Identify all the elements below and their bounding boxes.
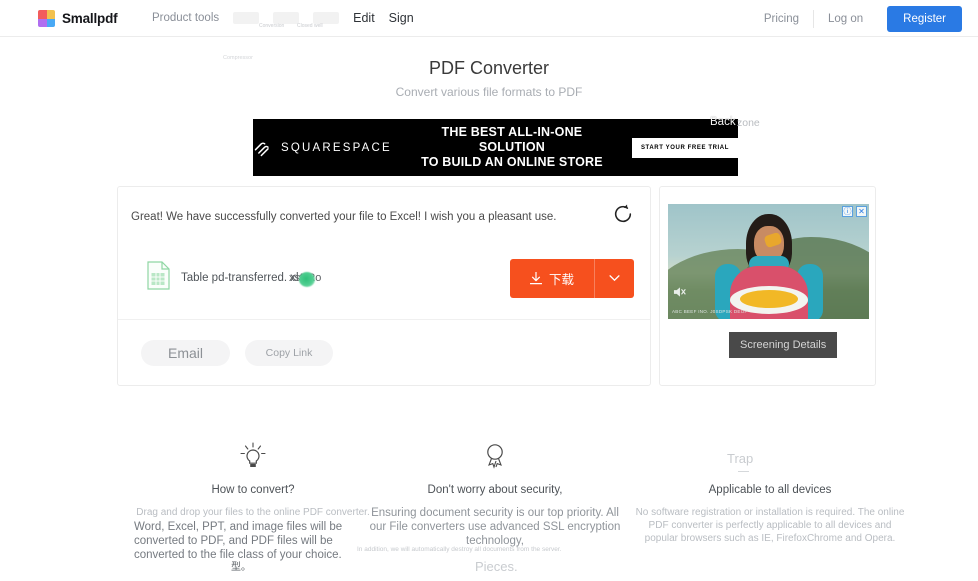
converted-file-name: Table pd-transferred. xls [181, 272, 305, 284]
green-blur-artifact [299, 272, 315, 287]
nav-sign[interactable]: Sign [389, 11, 414, 25]
secondary-nav: Pricing Log on Register [750, 6, 962, 32]
feature-cjk-artifact: 型。 [231, 562, 251, 573]
feature-title: How to convert? [211, 484, 295, 496]
feature-overlay-text-1: Word, Excel, PPT, and image files will b… [134, 521, 343, 561]
feature-faint-text: In addition, we will automatically destr… [357, 546, 562, 553]
ad-close-icon[interactable]: ✕ [856, 206, 867, 217]
copy-link-button[interactable]: Copy Link [245, 339, 333, 366]
brand-logo[interactable]: Smallpdf [38, 10, 118, 27]
page-subtitle: Convert various file formats to PDF [395, 85, 583, 99]
feature-body: Drag and drop your files to the online P… [136, 507, 370, 518]
restart-icon[interactable] [612, 203, 634, 230]
sidebar-ad-card: ABC BEEF INO. J0SDPSK DEOP ⓘ ✕ Details S… [659, 186, 876, 386]
ad-video[interactable]: ABC BEEF INO. J0SDPSK DEOP ⓘ ✕ [668, 204, 869, 319]
feature-all-devices: Applicable to all devices No software re… [635, 440, 905, 545]
overlay-text-zone: zone [737, 117, 760, 129]
banner-headline-line2: TO BUILD AN ONLINE STORE [421, 155, 603, 169]
ad-noodles [739, 290, 798, 308]
download-options-toggle[interactable] [595, 259, 634, 298]
conversion-result-card: Great! We have successfully converted yo… [117, 186, 651, 386]
converted-file-row: Table pd-transferred. xls xsPRo 下载 [131, 259, 640, 315]
squarespace-brand: SQUARESPACE [253, 138, 392, 158]
chevron-down-icon [609, 275, 620, 282]
download-label: 下载 [548, 273, 574, 287]
feature-body: No software registration or installation… [635, 507, 905, 544]
overlay-text-back: Back [710, 116, 736, 128]
screening-details-button[interactable]: Screening Details [729, 332, 838, 358]
feature-body: Ensuring document security is our top pr… [369, 507, 621, 547]
success-message: Great! We have successfully converted yo… [131, 211, 557, 223]
email-button[interactable]: Email [141, 339, 230, 366]
feature-how-to-convert: How to convert? Drag and drop your files… [118, 440, 388, 519]
nav-pricing[interactable]: Pricing [750, 13, 813, 25]
feature-ghost-divider [738, 471, 749, 472]
nav-product-tools[interactable]: Product tools [152, 12, 219, 24]
banner-headline: THE BEST ALL-IN-ONE SOLUTION TO BUILD AN… [418, 125, 606, 170]
feature-title: Applicable to all devices [708, 484, 832, 496]
ribbon-icon [360, 440, 630, 474]
ghost-label-conversion: Conversion [259, 23, 285, 29]
page-title: PDF Converter [428, 58, 550, 78]
feature-title: Don't worry about security, [427, 484, 563, 496]
mute-icon[interactable] [673, 285, 686, 303]
squarespace-wordmark: SQUARESPACE [281, 141, 392, 154]
ghost-nav-chip-1 [233, 12, 260, 24]
squarespace-logo-icon [254, 141, 269, 156]
excel-file-icon [147, 261, 170, 295]
squarespace-banner-ad[interactable]: SQUARESPACE THE BEST ALL-IN-ONE SOLUTION… [253, 119, 738, 176]
download-button-main[interactable]: 下载 [510, 259, 594, 298]
nav-edit[interactable]: Edit [353, 11, 375, 25]
banner-headline-line1: THE BEST ALL-IN-ONE SOLUTION [441, 125, 583, 154]
ad-controls: ⓘ ✕ [842, 206, 867, 217]
feature-security: Don't worry about security, Ensuring doc… [360, 440, 630, 548]
feature-ghost-title: Trap [727, 451, 754, 466]
download-icon [529, 272, 542, 285]
brand-name: Smallpdf [62, 11, 118, 26]
register-button[interactable]: Register [887, 6, 962, 32]
share-actions: Email Copy Link [118, 319, 650, 385]
download-button[interactable]: 下载 [509, 259, 634, 298]
ad-fineprint: ABC BEEF INO. J0SDPSK DEOP [672, 309, 748, 314]
banner-cta-button[interactable]: START YOUR FREE TRIAL [631, 137, 738, 158]
site-header: Smallpdf Product tools Edit Sign Convers… [0, 0, 978, 37]
feature-ghost-text: Pieces. [475, 559, 518, 574]
nav-log-on[interactable]: Log on [814, 13, 877, 25]
ad-info-icon[interactable]: ⓘ [842, 206, 853, 217]
smallpdf-logo-icon [38, 10, 55, 27]
ghost-label-closed-well: Closed well [297, 23, 323, 29]
lightbulb-icon [118, 440, 388, 474]
ghost-label-compressor: Compressor [223, 55, 253, 61]
